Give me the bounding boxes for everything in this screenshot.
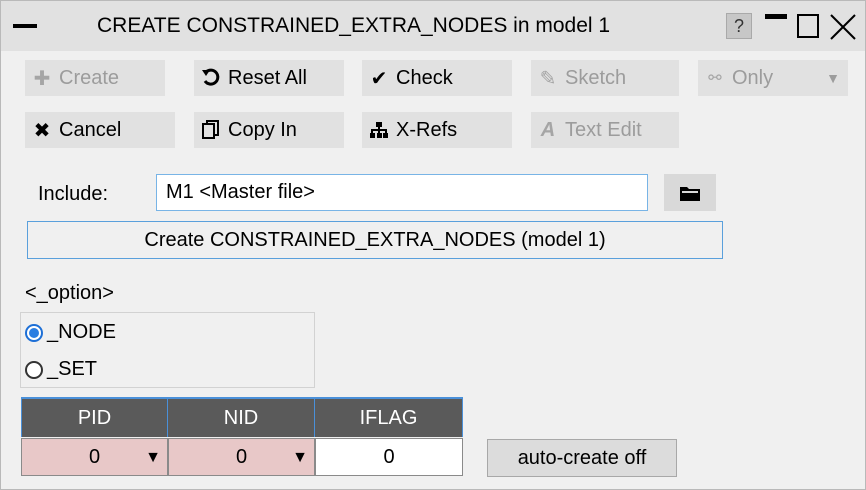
field-grid: PID NID IFLAG 0 ▼ 0 ▼ 0 <box>21 397 463 480</box>
pid-dropdown[interactable]: 0 ▼ <box>21 438 168 476</box>
x-refs-label: X-Refs <box>396 118 458 141</box>
hierarchy-icon <box>368 121 390 139</box>
dropdown-arrow-icon: ▼ <box>145 449 161 466</box>
text-edit-button[interactable]: A Text Edit <box>531 112 679 148</box>
create-button[interactable]: ✚ Create <box>25 60 165 96</box>
checkmark-icon: ✔ <box>370 67 388 90</box>
include-label: Include: <box>38 183 109 205</box>
window-title: CREATE CONSTRAINED_EXTRA_NODES in model … <box>97 14 611 37</box>
close-icon[interactable] <box>829 13 857 41</box>
only-label: Only <box>732 66 774 89</box>
check-label: Check <box>396 66 453 89</box>
check-button[interactable]: ✔ Check <box>362 60 512 96</box>
sketch-label: Sketch <box>565 66 627 89</box>
minimize-icon[interactable] <box>13 24 37 28</box>
nid-dropdown[interactable]: 0 ▼ <box>168 438 315 476</box>
column-header-iflag: IFLAG <box>315 397 463 437</box>
undo-icon <box>200 68 222 88</box>
dropdown-arrow-icon: ▼ <box>826 70 840 86</box>
sketch-button[interactable]: ✎ Sketch <box>531 60 679 96</box>
help-button[interactable]: ? <box>726 13 752 39</box>
text-edit-label: Text Edit <box>565 118 642 141</box>
iflag-input[interactable]: 0 <box>315 438 463 476</box>
binoculars-icon: ⚯ <box>708 70 722 87</box>
column-header-nid: NID <box>168 397 315 437</box>
pid-value: 0 <box>88 445 101 468</box>
radio-node[interactable]: _NODE <box>25 321 116 344</box>
cancel-button[interactable]: ✖ Cancel <box>25 112 175 148</box>
radio-unselected-icon <box>25 360 43 379</box>
browse-button[interactable] <box>664 174 716 211</box>
option-label: <_option> <box>25 282 114 304</box>
plus-icon: ✚ <box>33 67 51 90</box>
shade-icon[interactable] <box>765 14 787 19</box>
cancel-label: Cancel <box>59 118 122 141</box>
pencil-icon: ✎ <box>539 67 557 90</box>
create-label: Create <box>59 66 120 89</box>
create-keyword-header: Create CONSTRAINED_EXTRA_NODES (model 1) <box>27 221 723 259</box>
radio-set-label: _SET <box>47 358 98 380</box>
column-header-pid: PID <box>21 397 168 437</box>
create-dialog-window: CREATE CONSTRAINED_EXTRA_NODES in model … <box>0 0 866 490</box>
title-bar: CREATE CONSTRAINED_EXTRA_NODES in model … <box>1 1 865 51</box>
copy-in-label: Copy In <box>228 118 297 141</box>
x-icon: ✖ <box>33 119 51 142</box>
copy-in-button[interactable]: Copy In <box>194 112 344 148</box>
copy-icon <box>200 120 222 140</box>
x-refs-button[interactable]: X-Refs <box>362 112 512 148</box>
maximize-icon[interactable] <box>797 14 819 38</box>
folder-icon <box>680 186 700 201</box>
nid-value: 0 <box>235 445 248 468</box>
reset-all-label: Reset All <box>228 66 307 89</box>
radio-node-label: _NODE <box>47 321 116 343</box>
dropdown-arrow-icon: ▼ <box>292 449 308 466</box>
auto-create-button[interactable]: auto-create off <box>487 439 677 477</box>
only-dropdown[interactable]: ⚯ Only ▼ <box>698 60 848 96</box>
text-a-icon: A <box>540 118 556 141</box>
radio-set[interactable]: _SET <box>25 358 97 381</box>
reset-all-button[interactable]: Reset All <box>194 60 344 96</box>
radio-selected-icon <box>25 323 43 342</box>
include-field[interactable]: M1 <Master file> <box>156 174 648 211</box>
